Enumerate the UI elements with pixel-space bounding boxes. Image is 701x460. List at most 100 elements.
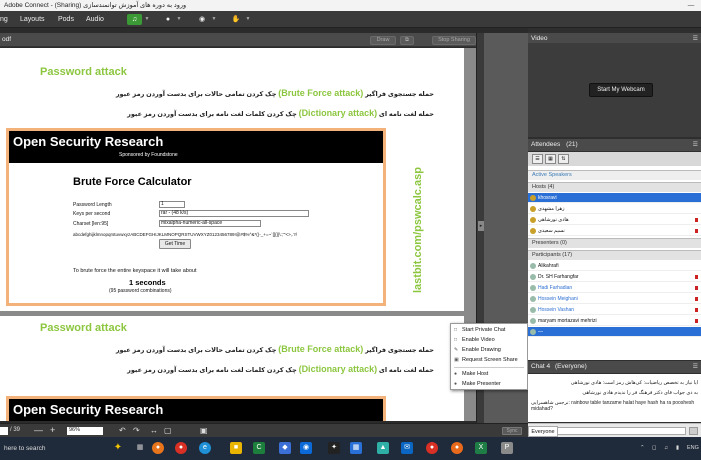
mail-icon[interactable]: ✉ [401, 442, 413, 454]
language-indicator[interactable]: ENG [687, 437, 699, 460]
zoom-in-button[interactable]: + [50, 424, 55, 437]
menu-meeting[interactable]: ng [0, 11, 8, 28]
stop-sharing-button[interactable]: Stop Sharing [432, 36, 476, 45]
attendee-name: Hadi Farhadian [538, 285, 573, 291]
pod-options-icon[interactable]: ☰ [693, 361, 698, 373]
pencil-icon: ✎ [454, 347, 459, 353]
pod-options-icon[interactable]: ☰ [693, 139, 698, 151]
menu-audio[interactable]: Audio [86, 11, 104, 28]
attendee-row[interactable]: Dr. SH Farhangfar [528, 272, 701, 282]
app-icon[interactable]: ✦ [328, 442, 340, 454]
excel-icon[interactable]: X [475, 442, 487, 454]
attendee-row[interactable]: زهرا مشهدی [528, 204, 701, 214]
app-icon[interactable]: ● [426, 442, 438, 454]
presenters-header[interactable]: Presenters (0) [528, 238, 701, 248]
attendee-row[interactable]: Hadi Farhadian [528, 283, 701, 293]
firefox-icon[interactable]: ● [152, 442, 164, 454]
volume-icon[interactable]: ♫ [664, 437, 668, 460]
chevron-down-icon[interactable]: ▼ [245, 14, 251, 25]
attendee-row[interactable]: maryam mortazavi mehrizi [528, 316, 701, 326]
attendee-name: زهرا مشهدی [538, 206, 565, 212]
menu-item-label: Request Screen Share [462, 357, 518, 363]
calculator-panel: Open Security Research [9, 399, 383, 421]
attendee-row[interactable]: Hossein Meighani [528, 294, 701, 304]
chat-scope: (Everyone) [554, 363, 587, 370]
undo-icon[interactable]: ↶ [119, 424, 126, 437]
app-icon[interactable]: ▲ [377, 442, 389, 454]
chrome-icon[interactable]: ● [175, 442, 187, 454]
menu-pods[interactable]: Pods [58, 11, 74, 28]
status-icon [695, 319, 698, 323]
chevron-down-icon[interactable]: ▼ [211, 14, 217, 25]
attendees-pod: ☰ ▦ ⇅ Active Speakers Hosts (4) khosravi… [528, 152, 701, 360]
result-value: 1 seconds [129, 278, 166, 287]
webcam-icon[interactable]: ◉ [197, 14, 207, 25]
menu-item-enable-drawing[interactable]: ✎ Enable Drawing [454, 345, 501, 355]
screen-share-icon: ▣ [454, 357, 459, 363]
fullscreen-icon[interactable]: ⧉ [400, 36, 414, 45]
app-icon[interactable]: ◆ [279, 442, 291, 454]
osr-banner: Open Security Research Sponsored by Foun… [9, 131, 383, 163]
slide-line-desc: چک کردن کلمات لغت نامه برای بدست آوردن ر… [127, 111, 297, 118]
store-icon[interactable]: ▦ [350, 442, 362, 454]
zoom-select[interactable]: 96% [67, 427, 103, 435]
attendee-row[interactable]: Hossein Vashan [528, 305, 701, 315]
attendee-row[interactable]: هادی نورشاهی [528, 215, 701, 225]
slide-line-term: حمله لغت نامه ای [378, 367, 434, 374]
grid-view-icon[interactable]: ▦ [545, 154, 556, 164]
fit-page-icon[interactable]: ▢ [164, 424, 172, 437]
app-icon[interactable]: ● [451, 442, 463, 454]
calculator-title: Brute Force Calculator [73, 176, 192, 188]
menu-item-request-screen-share[interactable]: ▣ Request Screen Share [454, 355, 518, 365]
attendee-row[interactable]: نسیم سعیدی [528, 226, 701, 236]
chat-pod-header: Chat 4 (Everyone) ☰ [528, 361, 701, 373]
remote-desktop-icon[interactable]: ◉ [300, 442, 312, 454]
microphone-icon[interactable]: ● [163, 14, 173, 25]
chat-tab-everyone[interactable]: Everyone [528, 426, 558, 437]
page-number-input[interactable] [0, 427, 8, 435]
menu-item-start-private-chat[interactable]: □ Start Private Chat [454, 325, 505, 335]
sparkle-icon[interactable]: ✦ [112, 442, 124, 454]
network-icon[interactable]: ◻ [652, 437, 657, 460]
edge-icon[interactable]: e [199, 442, 211, 454]
slide-line: حمله لغت نامه ای (Dictionary attack) چک … [127, 364, 434, 374]
chat-message: ایا نیاز به تخصص ریاضیات: کی‌هاش رمز است… [570, 380, 698, 386]
keys-per-second-select: rar - (48 k/s) [159, 210, 309, 217]
send-icon[interactable] [689, 427, 698, 435]
taskbar-search[interactable]: here to search [0, 440, 100, 457]
adobe-connect-icon[interactable]: P [501, 442, 513, 454]
menu-layouts[interactable]: Layouts [20, 11, 45, 28]
fullscreen-icon[interactable]: ▣ [200, 424, 208, 437]
osr-title: Open Security Research [13, 134, 164, 149]
sync-button[interactable]: Sync [502, 427, 522, 435]
minimize-button[interactable]: — [687, 0, 695, 11]
menu-item-make-host[interactable]: ● Make Host [454, 369, 488, 379]
host-icon [530, 217, 536, 223]
sort-icon[interactable]: ⇅ [558, 154, 569, 164]
menu-item-enable-video[interactable]: □ Enable Video [454, 335, 495, 345]
attendee-row[interactable]: khosravi [528, 193, 701, 203]
fit-width-icon[interactable]: ↔ [150, 424, 158, 437]
camtasia-icon[interactable]: C [253, 442, 265, 454]
file-explorer-icon[interactable]: ■ [230, 442, 242, 454]
speaker-icon[interactable]: ♫ [127, 14, 142, 25]
list-view-icon[interactable]: ☰ [532, 154, 543, 164]
raise-hand-icon[interactable]: ✋ [231, 14, 241, 25]
chevron-down-icon[interactable]: ▼ [176, 14, 182, 25]
redo-icon[interactable]: ↷ [133, 424, 140, 437]
attendee-row[interactable]: — [528, 327, 701, 337]
battery-icon[interactable]: ▮ [676, 437, 679, 460]
video-pod: Start My Webcam [528, 43, 701, 137]
chevron-down-icon[interactable]: ▼ [144, 14, 150, 25]
video-pod-title: Video [531, 35, 548, 42]
task-view-icon[interactable]: ▦ [134, 442, 146, 454]
start-webcam-button[interactable]: Start My Webcam [589, 83, 653, 97]
zoom-out-button[interactable]: — [34, 424, 43, 437]
menu-item-make-presenter[interactable]: ● Make Presenter [454, 379, 501, 389]
participants-header[interactable]: Participants (17) [528, 250, 701, 260]
video-icon: □ [454, 337, 458, 343]
draw-button[interactable]: Draw [370, 36, 396, 45]
tray-chevron-icon[interactable]: ⌃ [640, 437, 645, 460]
hosts-header[interactable]: Hosts (4) [528, 182, 701, 192]
attendee-row[interactable]: Alikahrafi [528, 261, 701, 271]
